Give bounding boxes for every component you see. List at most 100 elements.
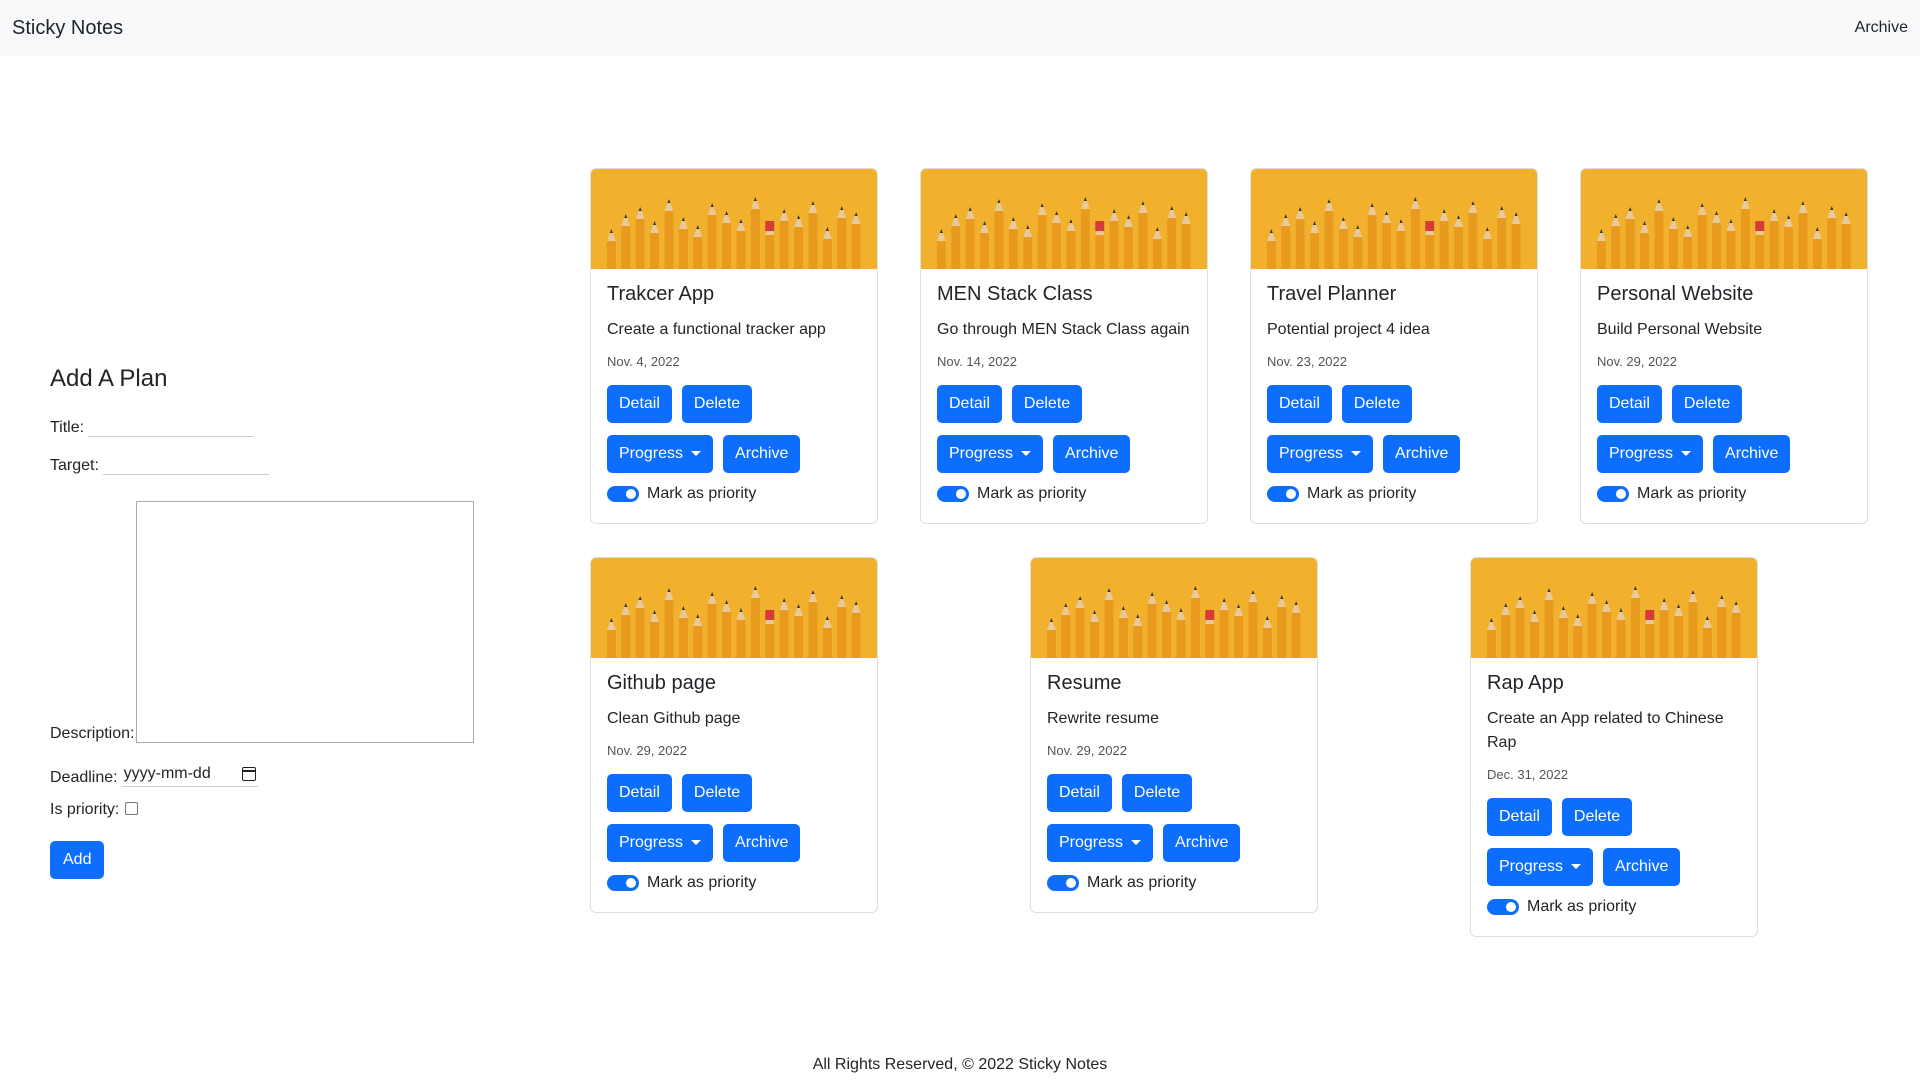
- priority-toggle[interactable]: [1047, 875, 1079, 891]
- card-date: Nov. 14, 2022: [937, 354, 1017, 369]
- pencil-icon: [1295, 207, 1305, 269]
- image-background: [1471, 558, 1757, 658]
- toggle-knob-icon: [1616, 489, 1626, 499]
- pencil-icon: [1717, 595, 1727, 658]
- progress-dropdown[interactable]: Progress: [607, 824, 714, 862]
- pencil-icon: [1138, 201, 1148, 269]
- title-input[interactable]: [88, 413, 255, 437]
- card-description: Clean Github page: [607, 710, 741, 727]
- plan-card: Github page Clean Github page Nov. 29, 2…: [590, 557, 878, 913]
- archive-button[interactable]: Archive: [1383, 435, 1461, 473]
- progress-dropdown[interactable]: Progress: [1047, 824, 1154, 862]
- detail-button[interactable]: Detail: [1267, 385, 1332, 423]
- progress-dropdown[interactable]: Progress: [937, 435, 1044, 473]
- toggle-knob-icon: [956, 489, 966, 499]
- pencil-icon: [1052, 211, 1062, 269]
- pencil-icon: [1037, 203, 1047, 269]
- priority-toggle[interactable]: [1597, 486, 1629, 502]
- card-date: Nov. 23, 2022: [1267, 354, 1347, 369]
- pencil-icon: [1769, 209, 1779, 269]
- pencil-icon: [1468, 201, 1478, 269]
- add-button[interactable]: Add: [50, 841, 105, 879]
- card-actions-bottom: Progress Archive: [1487, 848, 1741, 886]
- pencils-image: [1471, 558, 1757, 658]
- image-background: [1581, 169, 1867, 269]
- pencil-icon: [1162, 600, 1172, 658]
- archive-button[interactable]: Archive: [1603, 848, 1681, 886]
- card-actions-top: Detail Delete: [1597, 385, 1851, 423]
- calendar-icon[interactable]: [241, 766, 256, 781]
- archive-button[interactable]: Archive: [1053, 435, 1131, 473]
- priority-toggle-row: Mark as priority: [1047, 874, 1301, 892]
- pencils-image: [1031, 558, 1317, 658]
- detail-button[interactable]: Detail: [937, 385, 1002, 423]
- card-title: MEN Stack Class: [937, 283, 1093, 305]
- progress-dropdown[interactable]: Progress: [1487, 848, 1594, 886]
- progress-label: Progress: [1499, 858, 1564, 875]
- progress-dropdown[interactable]: Progress: [607, 435, 714, 473]
- pencil-icon: [1645, 610, 1655, 658]
- card-title: Personal Website: [1597, 283, 1754, 305]
- archive-button[interactable]: Archive: [1163, 824, 1241, 862]
- priority-row: Is priority:: [50, 801, 490, 819]
- priority-toggle[interactable]: [1267, 486, 1299, 502]
- delete-button[interactable]: Delete: [1341, 385, 1413, 423]
- detail-button[interactable]: Detail: [1047, 774, 1112, 812]
- chevron-down-icon: [1131, 839, 1142, 845]
- detail-button[interactable]: Detail: [1487, 798, 1552, 836]
- card-actions-top: Detail Delete: [1047, 774, 1301, 812]
- pencil-icon: [722, 211, 732, 269]
- priority-checkbox[interactable]: [125, 801, 139, 815]
- delete-button[interactable]: Delete: [1561, 798, 1633, 836]
- toggle-knob-icon: [626, 878, 636, 888]
- toggle-knob-icon: [626, 489, 636, 499]
- pencil-icon: [635, 596, 645, 658]
- progress-dropdown[interactable]: Progress: [1597, 435, 1704, 473]
- priority-toggle-label: Mark as priority: [1307, 485, 1417, 502]
- card-title: Github page: [607, 672, 716, 694]
- archive-button[interactable]: Archive: [1713, 435, 1791, 473]
- delete-button[interactable]: Delete: [681, 385, 753, 423]
- deadline-label: Deadline:: [50, 769, 118, 786]
- pencil-icon: [1291, 601, 1301, 658]
- pencil-icon: [1181, 212, 1191, 269]
- nav-archive-link[interactable]: Archive: [1855, 19, 1908, 37]
- image-background: [1251, 169, 1537, 269]
- brand-link[interactable]: Sticky Notes: [12, 17, 123, 40]
- pencil-icon: [664, 199, 674, 269]
- pencil-icon: [1167, 206, 1177, 269]
- target-input[interactable]: [102, 451, 269, 475]
- card-actions-bottom: Progress Archive: [1267, 435, 1521, 473]
- detail-button[interactable]: Detail: [607, 774, 672, 812]
- delete-button[interactable]: Delete: [1671, 385, 1743, 423]
- card-body: Resume Rewrite resume Nov. 29, 2022 Deta…: [1031, 658, 1317, 912]
- priority-toggle[interactable]: [937, 486, 969, 502]
- priority-toggle-label: Mark as priority: [1527, 898, 1637, 915]
- delete-button[interactable]: Delete: [1011, 385, 1083, 423]
- priority-toggle[interactable]: [607, 486, 639, 502]
- card-description: Go through MEN Stack Class again: [937, 321, 1190, 338]
- toggle-knob-icon: [1286, 489, 1296, 499]
- card-body: Rap App Create an App related to Chinese…: [1471, 658, 1757, 936]
- card-actions-bottom: Progress Archive: [937, 435, 1191, 473]
- pencil-icon: [837, 206, 847, 269]
- card-date: Nov. 29, 2022: [1047, 743, 1127, 758]
- priority-toggle[interactable]: [1487, 899, 1519, 915]
- pencil-icon: [1248, 590, 1258, 658]
- detail-button[interactable]: Detail: [1597, 385, 1662, 423]
- detail-button[interactable]: Detail: [607, 385, 672, 423]
- card-actions-top: Detail Delete: [607, 385, 861, 423]
- description-row: Description:: [50, 501, 490, 743]
- delete-button[interactable]: Delete: [681, 774, 753, 812]
- pencil-icon: [779, 598, 789, 658]
- archive-button[interactable]: Archive: [723, 824, 801, 862]
- deadline-input[interactable]: yyyy-mm-dd: [121, 763, 258, 787]
- title-row: Title:: [50, 413, 490, 437]
- description-textarea[interactable]: [136, 501, 475, 743]
- card-actions-bottom: Progress Archive: [607, 824, 861, 862]
- archive-button[interactable]: Archive: [723, 435, 801, 473]
- priority-toggle[interactable]: [607, 875, 639, 891]
- delete-button[interactable]: Delete: [1121, 774, 1193, 812]
- progress-dropdown[interactable]: Progress: [1267, 435, 1374, 473]
- card-actions-bottom: Progress Archive: [607, 435, 861, 473]
